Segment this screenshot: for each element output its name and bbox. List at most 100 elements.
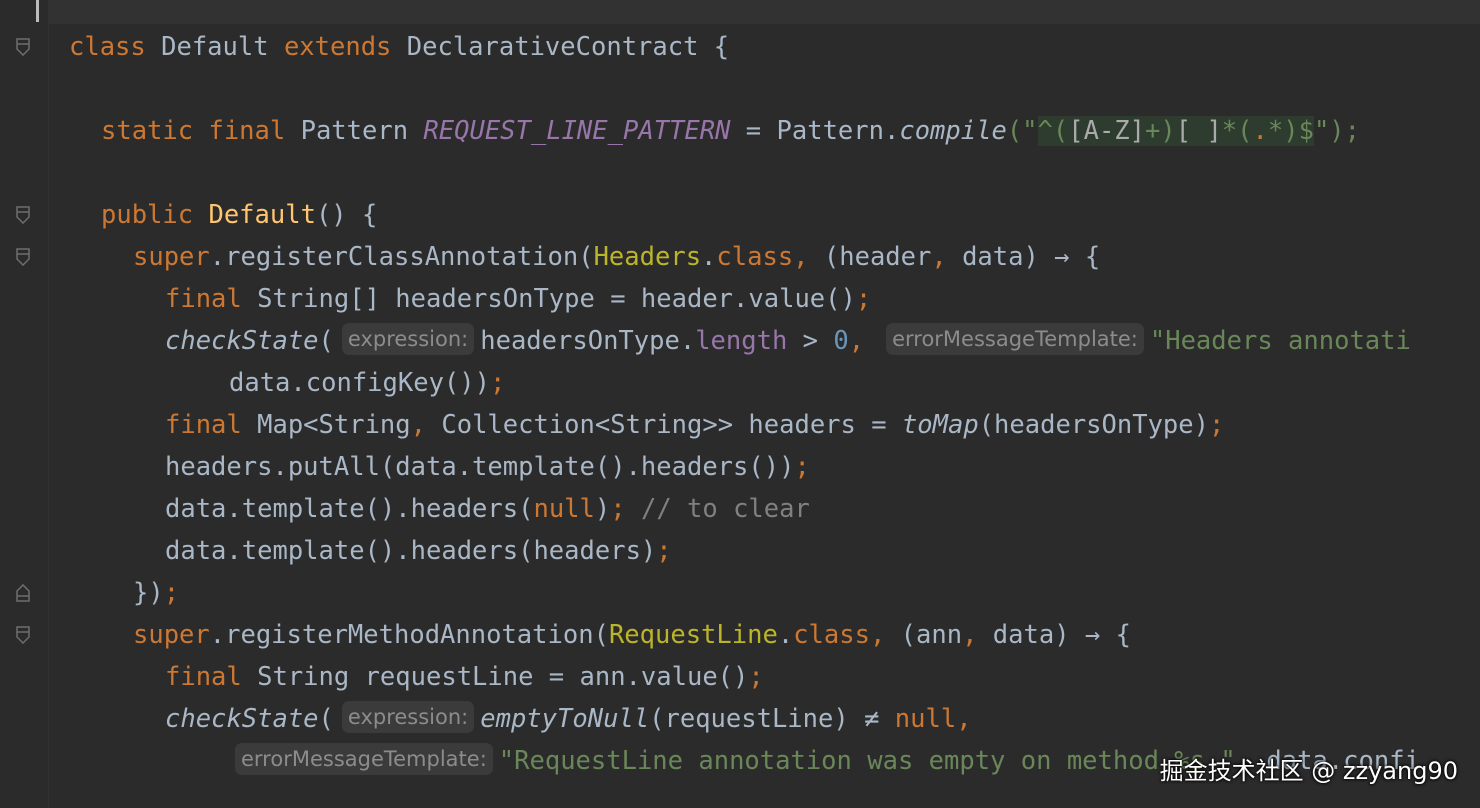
keyword: class bbox=[69, 32, 146, 62]
code-token: headers.putAll(data.template().headers()… bbox=[165, 452, 795, 482]
code-line[interactable]: checkState(expression: emptyToNull(reques… bbox=[165, 698, 972, 740]
keyword: class bbox=[793, 620, 870, 650]
code-token: headersOnType. bbox=[480, 326, 696, 356]
semicolon: ; bbox=[656, 536, 672, 566]
keyword: extends bbox=[283, 32, 392, 62]
fold-open-icon[interactable] bbox=[15, 626, 31, 644]
semicolon: ; bbox=[1209, 410, 1225, 440]
semicolon: ; bbox=[610, 494, 626, 524]
code-line[interactable]: headers.putAll(data.template().headers()… bbox=[165, 446, 810, 488]
code-token: data.template().headers(headers) bbox=[165, 536, 657, 566]
keyword: super bbox=[133, 620, 210, 650]
comment: // to clear bbox=[625, 494, 810, 524]
method-call: compile bbox=[899, 116, 1007, 146]
regex-literal: ^([A-Z]+)[ ]*(.*)$ bbox=[1037, 116, 1314, 146]
site-watermark: 掘金技术社区 @ zzyang90 bbox=[1159, 757, 1458, 785]
parameter-hint: errorMessageTemplate: bbox=[235, 743, 493, 775]
fold-open-icon[interactable] bbox=[15, 248, 31, 266]
code-token: . bbox=[701, 242, 717, 272]
code-token: .registerMethodAnnotation( bbox=[209, 620, 609, 650]
method-call: checkState bbox=[165, 704, 319, 734]
code-token: ( bbox=[318, 704, 334, 734]
semicolon: ; bbox=[855, 284, 872, 314]
annotation-class: RequestLine bbox=[608, 620, 778, 650]
keyword: public bbox=[101, 200, 209, 230]
regex-token: ^( bbox=[1037, 116, 1069, 146]
code-token: data) → { bbox=[946, 242, 1101, 272]
string-quote: (" bbox=[1006, 116, 1038, 146]
string-literal: "Headers annotati bbox=[1149, 326, 1411, 356]
constructor-name: Default bbox=[208, 200, 316, 230]
code-line[interactable]: final String[] headersOnType = header.va… bbox=[165, 278, 871, 320]
code-line[interactable]: super.registerMethodAnnotation(RequestLi… bbox=[133, 614, 1131, 656]
regex-token: *( bbox=[1221, 116, 1253, 146]
comma: , bbox=[410, 410, 427, 440]
semicolon: ; bbox=[748, 662, 764, 692]
comma: , bbox=[931, 242, 947, 272]
comma: , bbox=[956, 704, 972, 734]
code-token: }) bbox=[133, 578, 164, 608]
editor-gutter bbox=[0, 0, 49, 808]
code-line[interactable]: checkState(expression: headersOnType.leng… bbox=[165, 320, 1411, 362]
fold-open-icon[interactable] bbox=[15, 38, 31, 56]
previous-line-highlight bbox=[48, 0, 1480, 24]
regex-class: [A-Z] bbox=[1068, 116, 1146, 146]
method-call: emptyToNull bbox=[480, 704, 650, 734]
method-call: checkState bbox=[165, 326, 319, 356]
code-token: String requestLine = ann.value() bbox=[241, 662, 749, 692]
code-token: "); bbox=[1313, 116, 1360, 146]
keyword: super bbox=[133, 242, 210, 272]
code-token: (header bbox=[808, 242, 932, 272]
semicolon: ; bbox=[163, 578, 180, 608]
code-token: (requestLine) ≠ bbox=[649, 704, 895, 734]
parameter-hint: expression: bbox=[341, 701, 475, 733]
comma: , bbox=[869, 620, 886, 650]
code-token: Map<String bbox=[241, 410, 411, 440]
code-line[interactable]: data.template().headers(headers); bbox=[165, 530, 672, 572]
code-token: Pattern bbox=[285, 116, 424, 146]
string-literal: "RequestLine annotation was empty on met… bbox=[498, 746, 1236, 776]
code-token: .registerClassAnnotation( bbox=[209, 242, 594, 272]
code-token: () { bbox=[315, 200, 378, 230]
constant-field: REQUEST_LINE_PATTERN bbox=[423, 116, 731, 146]
code-line[interactable]: class Default extends DeclarativeContrac… bbox=[69, 26, 729, 68]
code-token: data.template().headers( bbox=[165, 494, 534, 524]
code-token: ( bbox=[318, 326, 334, 356]
code-token: (ann bbox=[885, 620, 963, 650]
code-line[interactable]: final String requestLine = ann.value(); bbox=[165, 656, 764, 698]
code-token: Default bbox=[145, 32, 284, 62]
keyword: final bbox=[165, 410, 242, 440]
code-token: = Pattern. bbox=[730, 116, 900, 146]
fold-close-icon[interactable] bbox=[15, 584, 31, 602]
code-token: > bbox=[787, 326, 834, 356]
keyword: static final bbox=[101, 116, 286, 146]
fold-open-icon[interactable] bbox=[15, 206, 31, 224]
code-token: data.configKey()) bbox=[229, 368, 490, 398]
method-call: toMap bbox=[901, 410, 979, 440]
code-line[interactable]: static final Pattern REQUEST_LINE_PATTER… bbox=[101, 110, 1360, 152]
code-token: String[] headersOnType = header.value() bbox=[241, 284, 856, 314]
regex-class: [ ] bbox=[1175, 116, 1222, 146]
keyword: null bbox=[533, 494, 595, 524]
code-token: . bbox=[777, 620, 794, 650]
annotation-class: Headers bbox=[593, 242, 702, 272]
code-line[interactable]: final Map<String, Collection<String>> he… bbox=[165, 404, 1224, 446]
keyword: null bbox=[894, 704, 957, 734]
code-token: ) bbox=[594, 494, 611, 524]
regex-token: +) bbox=[1145, 116, 1176, 146]
keyword: final bbox=[165, 662, 242, 692]
keyword: class bbox=[716, 242, 794, 272]
code-line[interactable]: data.configKey()); bbox=[229, 362, 505, 404]
comma: , bbox=[848, 326, 865, 356]
keyword: final bbox=[165, 284, 242, 314]
text-caret bbox=[36, 0, 39, 22]
code-line[interactable]: }); bbox=[133, 572, 179, 614]
code-line[interactable]: data.template().headers(null); // to cle… bbox=[165, 488, 810, 530]
comma: , bbox=[962, 620, 978, 650]
code-token: (headersOnType) bbox=[978, 410, 1209, 440]
code-token: Collection<String>> headers = bbox=[426, 410, 902, 440]
code-line[interactable]: super.registerClassAnnotation(Headers.cl… bbox=[133, 236, 1100, 278]
parameter-hint: errorMessageTemplate: bbox=[886, 323, 1144, 355]
code-line[interactable]: public Default() { bbox=[101, 194, 377, 236]
semicolon: ; bbox=[490, 368, 506, 398]
